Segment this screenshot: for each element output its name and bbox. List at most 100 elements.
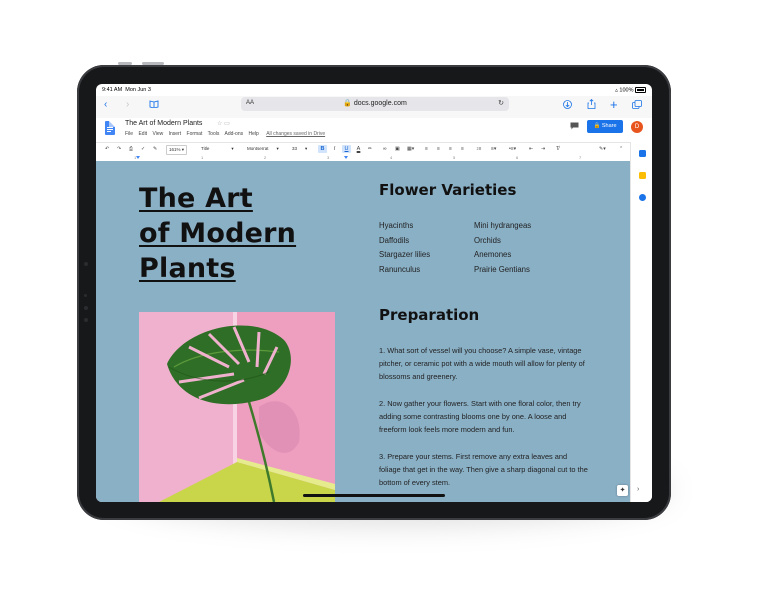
- link-icon[interactable]: ∞: [383, 146, 387, 152]
- star-icon[interactable]: ☆: [217, 121, 222, 127]
- align-justify-icon[interactable]: ≡: [461, 146, 464, 152]
- monstera-photo[interactable]: [139, 312, 335, 502]
- align-center-icon[interactable]: ≡: [437, 146, 440, 152]
- keep-icon[interactable]: [639, 172, 646, 179]
- tasks-icon[interactable]: [639, 194, 646, 201]
- redo-icon[interactable]: ↷: [117, 146, 121, 152]
- flower-column-2: Mini hydrangeas Orchids Anemones Prairie…: [474, 219, 531, 277]
- decrease-indent-icon[interactable]: ⇤: [529, 146, 533, 152]
- preparation-step: 1. What sort of vessel will you choose? …: [379, 346, 585, 382]
- indent-marker[interactable]: [136, 156, 140, 159]
- preparation-step: 3. Prepare your stems. First remove any …: [379, 451, 588, 487]
- zoom-select[interactable]: 161% ▾: [166, 145, 188, 155]
- folder-icon[interactable]: ▭: [224, 121, 230, 127]
- align-left-icon[interactable]: ≡: [425, 146, 428, 152]
- italic-button[interactable]: I: [330, 145, 339, 153]
- bookmarks-icon[interactable]: [149, 100, 159, 111]
- document-page[interactable]: The Art of Modern Plants Flower Varietie…: [96, 161, 630, 502]
- reload-icon[interactable]: ↻: [498, 99, 504, 107]
- menu-format[interactable]: Format: [187, 131, 203, 137]
- menu-view[interactable]: View: [152, 131, 163, 137]
- align-right-icon[interactable]: ≡: [449, 146, 452, 152]
- document-title[interactable]: The Art of Modern Plants: [125, 120, 202, 127]
- title-line[interactable]: The Art: [139, 181, 296, 216]
- calendar-icon[interactable]: [639, 150, 646, 157]
- battery-icon: [635, 87, 646, 93]
- ruler-number: 3: [327, 155, 330, 160]
- font-size-select[interactable]: 33 ▾: [290, 145, 309, 153]
- menu-bar: File Edit View Insert Format Tools Add-o…: [125, 131, 329, 137]
- line-spacing-icon[interactable]: ↕≡: [476, 146, 481, 152]
- title-line[interactable]: Plants: [139, 251, 296, 286]
- undo-icon[interactable]: ↶: [105, 146, 109, 152]
- flower-item: Ranunculus: [379, 264, 421, 274]
- avatar[interactable]: D: [631, 121, 643, 133]
- style-select[interactable]: Title ▾: [199, 145, 236, 153]
- flower-item: Anemones: [474, 250, 512, 259]
- url-text: 🔒 docs.google.com: [343, 100, 407, 107]
- menu-addons[interactable]: Add-ons: [224, 131, 243, 137]
- flower-item: Prairie Gentians: [474, 264, 530, 274]
- preparation-heading[interactable]: Preparation: [379, 306, 479, 324]
- menu-file[interactable]: File: [125, 131, 133, 137]
- increase-indent-icon[interactable]: ⇥: [541, 146, 545, 152]
- flower-varieties-list[interactable]: Hyacinths Daffodils Stargazer lilies Ran…: [379, 219, 531, 277]
- address-bar[interactable]: AA 🔒 docs.google.com ↻: [241, 97, 509, 111]
- explore-icon[interactable]: ✦: [617, 485, 628, 496]
- comments-icon[interactable]: [570, 122, 579, 132]
- menu-tools[interactable]: Tools: [208, 131, 220, 137]
- back-icon[interactable]: ‹: [104, 99, 107, 110]
- print-icon[interactable]: ⎙: [129, 146, 133, 152]
- collapse-toolbar-icon[interactable]: ⌃: [619, 146, 623, 152]
- docs-logo-icon[interactable]: [105, 121, 115, 135]
- clear-formatting-icon[interactable]: T̸: [556, 146, 559, 152]
- ruler-number: 5: [453, 155, 456, 160]
- preparation-steps[interactable]: 1. What sort of vessel will you choose? …: [379, 344, 589, 502]
- flower-item: Orchids: [474, 235, 501, 245]
- flower-item: Daffodils: [379, 235, 410, 245]
- device-sensor: [84, 262, 88, 266]
- editing-mode-icon[interactable]: ✎▾: [599, 146, 606, 152]
- flower-item: Stargazer lilies: [379, 250, 431, 259]
- flower-item: Mini hydrangeas: [474, 221, 532, 230]
- save-status[interactable]: All changes saved in Drive: [266, 131, 325, 137]
- flower-item: Hyacinths: [379, 221, 414, 230]
- varieties-heading[interactable]: Flower Varieties: [379, 181, 516, 199]
- device-sensor: [84, 306, 88, 310]
- wifi-icon: ▵: [615, 87, 618, 94]
- highlight-icon[interactable]: ✏: [368, 146, 372, 152]
- spellcheck-icon[interactable]: ✓: [141, 146, 145, 152]
- bulleted-list-icon[interactable]: •≡▾: [509, 146, 516, 152]
- download-icon[interactable]: [563, 100, 572, 112]
- menu-edit[interactable]: Edit: [138, 131, 147, 137]
- underline-button[interactable]: U: [342, 145, 351, 153]
- numbered-list-icon[interactable]: ≡▾: [491, 146, 496, 152]
- ruler-number: 4: [390, 155, 393, 160]
- bold-button[interactable]: B: [318, 145, 327, 153]
- status-time: 9:41 AM Mon Jun 3: [102, 87, 151, 93]
- safari-toolbar: ‹ › AA 🔒 docs.google.com ↻ +: [96, 96, 652, 118]
- side-panel: [630, 142, 652, 502]
- home-indicator[interactable]: [303, 494, 445, 497]
- menu-insert[interactable]: Insert: [169, 131, 182, 137]
- add-comment-icon[interactable]: ▣: [395, 146, 400, 152]
- font-select[interactable]: Montserrat ▾: [245, 145, 281, 153]
- forward-icon[interactable]: ›: [126, 99, 129, 110]
- share-button[interactable]: 🔒 Share: [587, 120, 623, 133]
- status-bar: 9:41 AM Mon Jun 3 ▵ 100%: [96, 84, 652, 96]
- share-sheet-icon[interactable]: [587, 98, 596, 112]
- text-color-button[interactable]: A: [354, 145, 363, 153]
- indent-marker[interactable]: [344, 156, 348, 159]
- title-line[interactable]: of Modern: [139, 216, 296, 251]
- expand-panel-icon[interactable]: ›: [637, 486, 639, 493]
- device-sensor: [84, 318, 88, 322]
- ruler-number: 2: [264, 155, 267, 160]
- insert-image-icon[interactable]: ▦▾: [407, 146, 414, 152]
- ruler-number: 7: [579, 155, 582, 160]
- docs-header: The Art of Modern Plants ☆ ▭ File Edit V…: [96, 118, 652, 140]
- document-main-title[interactable]: The Art of Modern Plants: [139, 181, 296, 286]
- new-tab-icon[interactable]: +: [610, 97, 618, 112]
- paint-format-icon[interactable]: ✎: [153, 146, 157, 152]
- tabs-overview-icon[interactable]: [632, 100, 642, 112]
- menu-help[interactable]: Help: [249, 131, 259, 137]
